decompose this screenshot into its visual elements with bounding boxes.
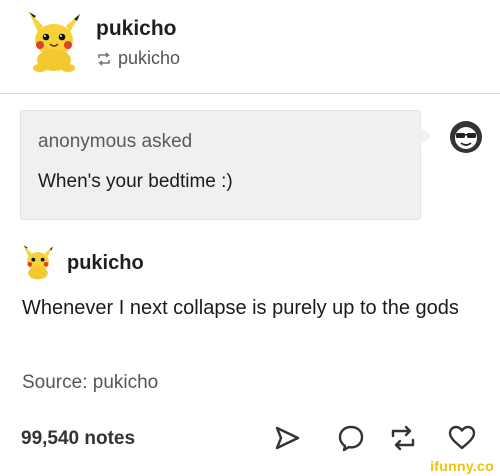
ifunny-watermark: ifunny.co <box>430 458 494 474</box>
ask-box <box>20 110 421 220</box>
anonymous-avatar-icon <box>450 121 482 153</box>
reblog-small-icon <box>98 51 110 66</box>
reblog-icon[interactable] <box>388 423 418 453</box>
pikachu-small-avatar[interactable] <box>20 244 56 280</box>
reblog-source-name: pukicho <box>118 48 181 68</box>
source-link[interactable]: Source: pukicho <box>22 372 158 394</box>
pikachu-avatar[interactable] <box>26 10 82 72</box>
ask-box-pointer <box>420 127 431 145</box>
blog-name[interactable]: pukicho <box>96 17 177 41</box>
answer-text: Whenever I next collapse is purely up to… <box>22 297 459 319</box>
reblog-source[interactable]: pukicho <box>96 48 180 69</box>
ask-question: When's your bedtime :) <box>38 171 233 192</box>
header-divider <box>0 93 500 94</box>
answer-blog-name[interactable]: pukicho <box>67 252 144 275</box>
notes-count[interactable]: 99,540 notes <box>21 428 135 450</box>
share-icon[interactable] <box>272 423 302 453</box>
heart-icon[interactable] <box>447 423 477 453</box>
reply-icon[interactable] <box>336 423 366 453</box>
asker-label: anonymous asked <box>38 131 193 152</box>
